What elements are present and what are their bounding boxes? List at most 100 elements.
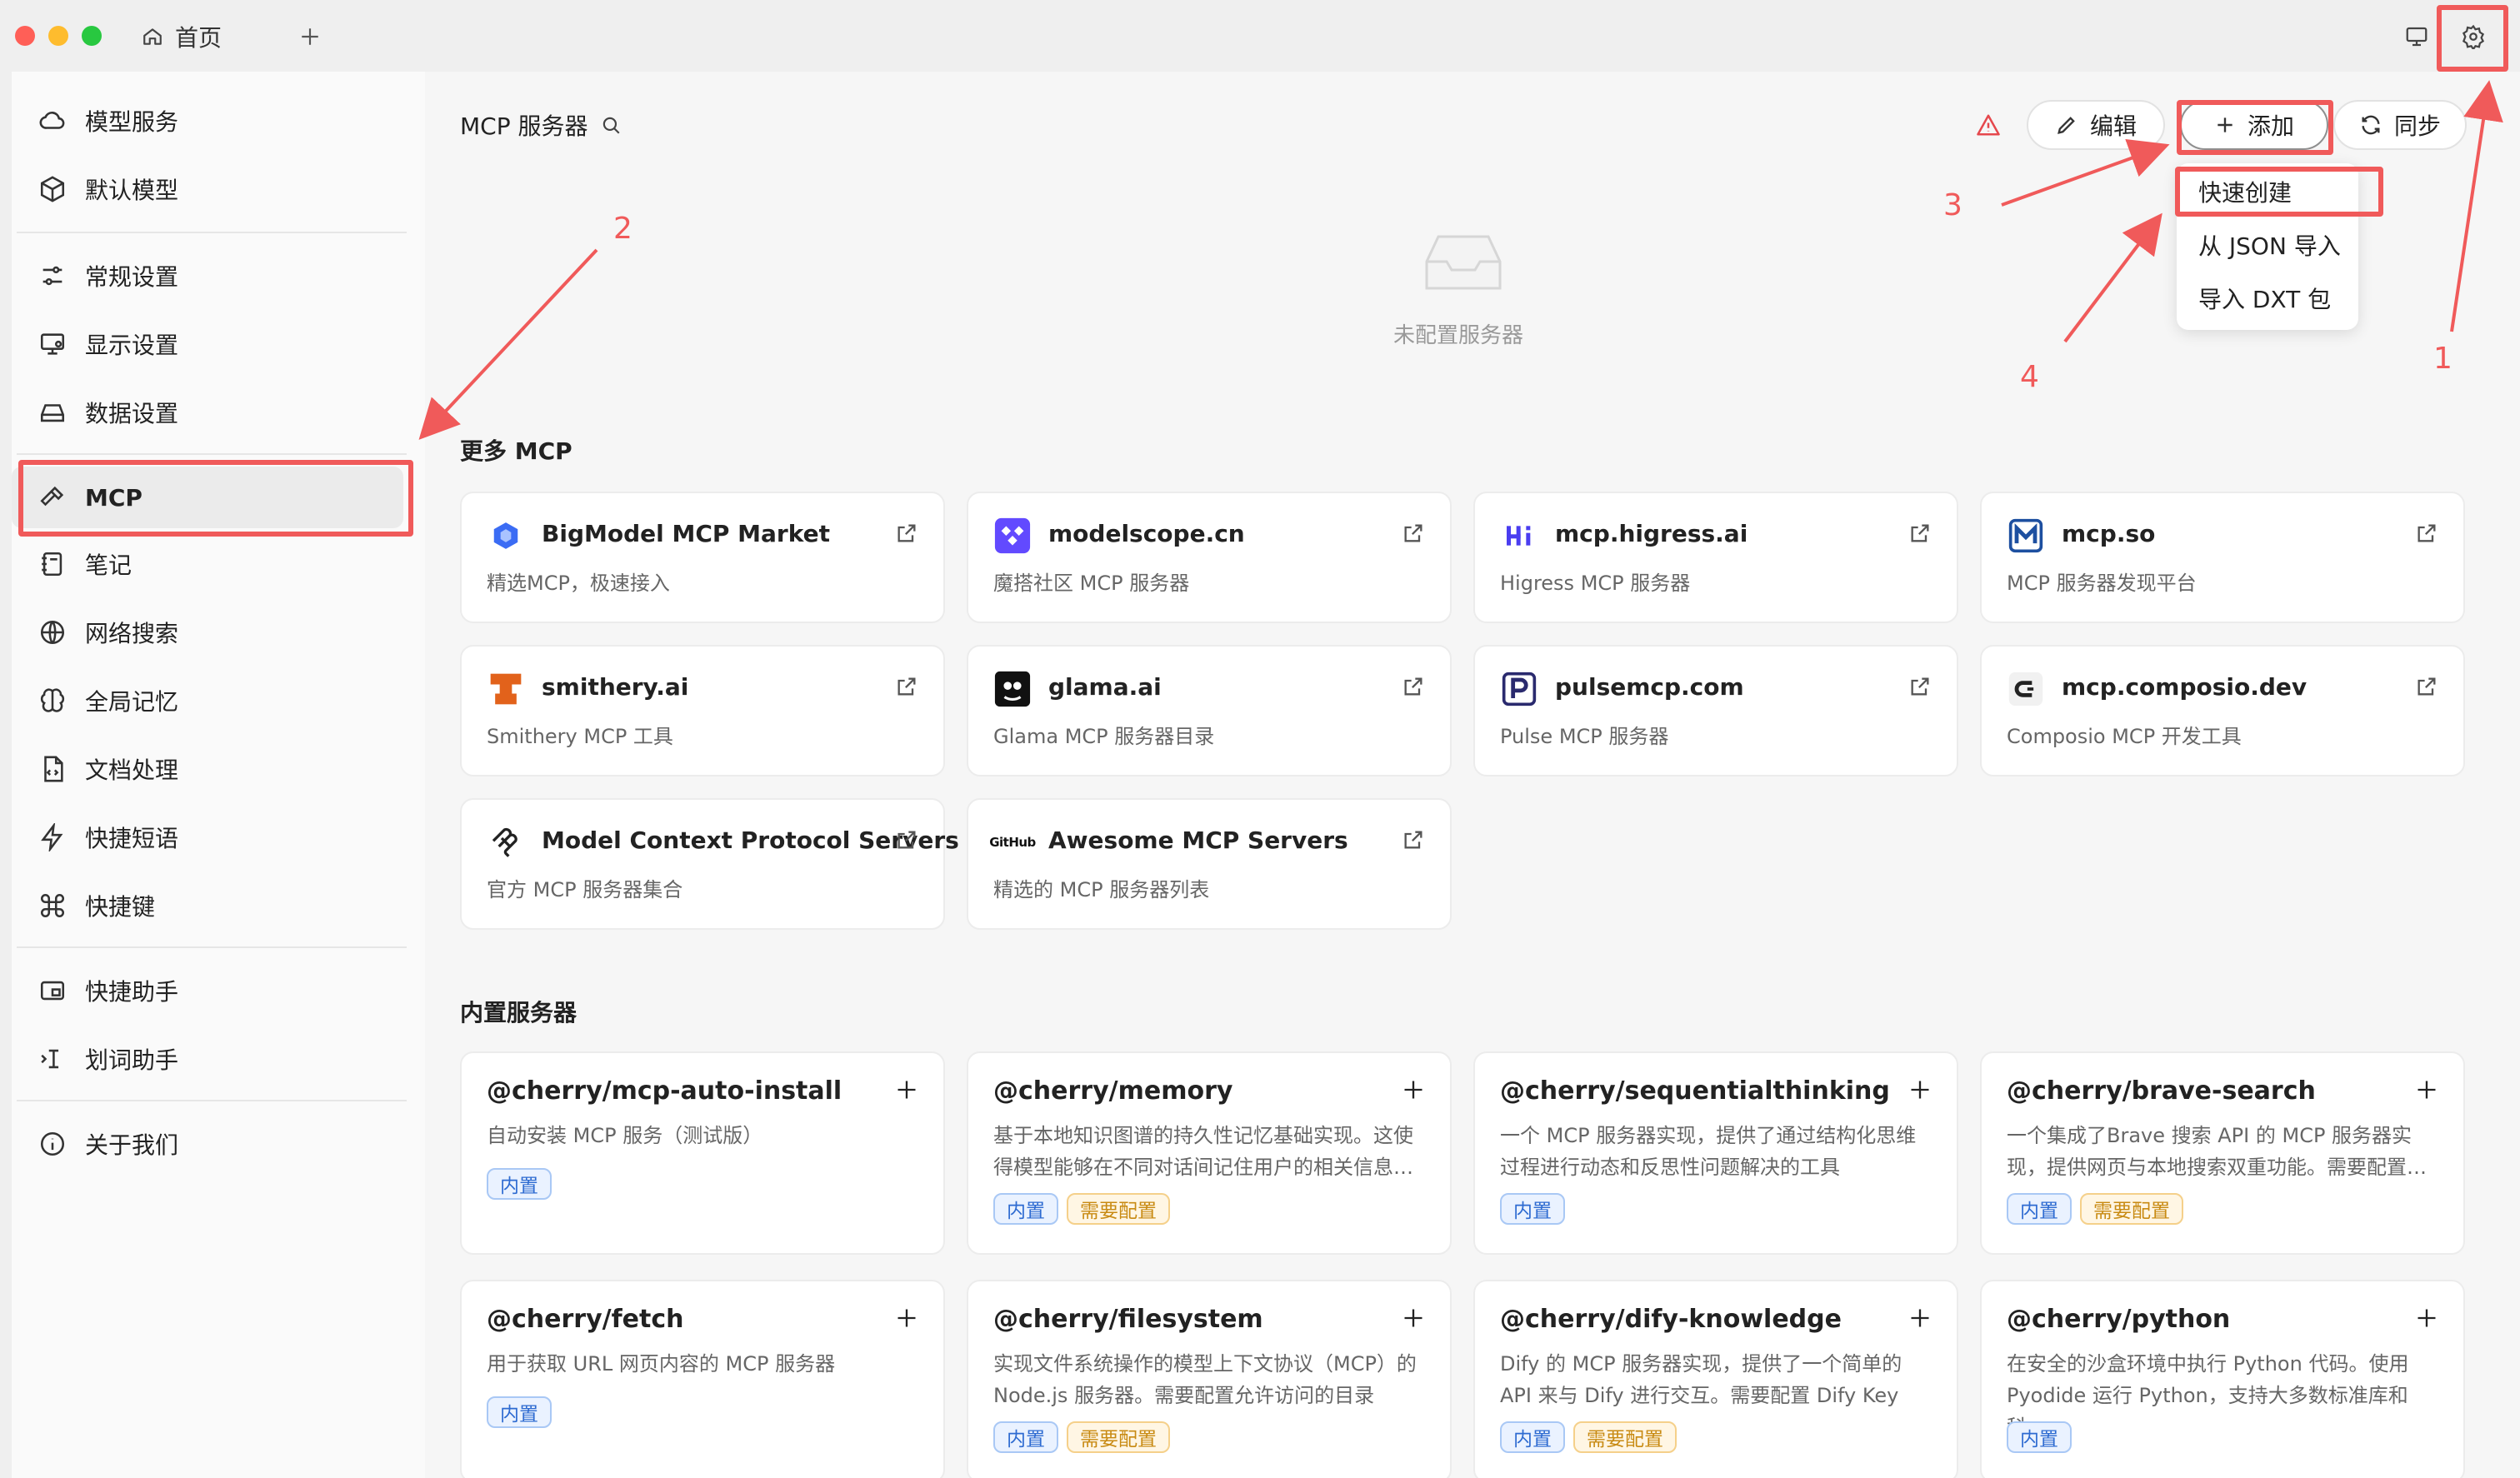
sidebar-item-shortcuts[interactable]: 快捷键	[12, 875, 403, 936]
plus-icon[interactable]	[895, 1306, 918, 1330]
server-card[interactable]: @cherry/mcp-auto-install 自动安装 MCP 服务（测试版…	[460, 1051, 945, 1255]
external-link-icon[interactable]	[1402, 675, 1425, 698]
server-card[interactable]: @cherry/memory 基于本地知识图谱的持久性记忆基础实现。这使得模型能…	[967, 1051, 1452, 1255]
mcp-market-card[interactable]: smithery.ai Smithery MCP 工具	[460, 645, 945, 776]
mcp-market-card[interactable]: mcp.composio.dev Composio MCP 开发工具	[1980, 645, 2465, 776]
card-name: mcp.composio.dev	[2062, 673, 2308, 701]
mcp-market-card[interactable]: pulsemcp.com Pulse MCP 服务器	[1473, 645, 1958, 776]
sidebar-item-assistant[interactable]: 快捷助手	[12, 960, 403, 1021]
server-card[interactable]: @cherry/sequentialthinking 一个 MCP 服务器实现，…	[1473, 1051, 1958, 1255]
plus-icon[interactable]	[1908, 1306, 1932, 1330]
highlight-quick-create	[2175, 167, 2383, 217]
sidebar-item-model[interactable]: 模型服务	[12, 90, 403, 152]
tab-home[interactable]: 首页	[142, 18, 222, 55]
server-name: @cherry/brave-search	[2007, 1076, 2316, 1106]
info-icon	[40, 1131, 65, 1156]
server-card[interactable]: @cherry/python 在安全的沙盒环境中执行 Python 代码。使用 …	[1980, 1280, 2465, 1478]
highlight-mcp	[18, 460, 413, 537]
external-link-icon[interactable]	[2415, 522, 2438, 545]
card-desc: Pulse MCP 服务器	[1500, 725, 1669, 748]
app-window: { "titlebar": {"home_tab": "首页", "colors…	[0, 0, 2520, 1478]
mcp-market-card[interactable]: Model Context Protocol Servers 官方 MCP 服务…	[460, 798, 959, 930]
mcp-market-card[interactable]: modelscope.cn 魔搭社区 MCP 服务器	[967, 492, 1452, 623]
card-desc: Higress MCP 服务器	[1500, 572, 1691, 595]
plus-icon[interactable]	[895, 1078, 918, 1101]
minimize-window-button[interactable]	[48, 26, 68, 46]
warning-button[interactable]	[1968, 107, 2008, 143]
plus-icon[interactable]	[2415, 1078, 2438, 1101]
globe-icon	[40, 620, 65, 645]
sidebar-item-selection[interactable]: 划词助手	[12, 1028, 403, 1090]
server-card[interactable]: @cherry/dify-knowledge Dify 的 MCP 服务器实现，…	[1473, 1280, 1958, 1478]
mcp-market-card[interactable]: BigModel MCP Market 精选MCP，极速接入	[460, 492, 945, 623]
external-link-icon[interactable]	[1908, 522, 1932, 545]
composio-icon	[2007, 670, 2045, 708]
monitor-icon	[2406, 27, 2428, 47]
external-link-icon[interactable]	[895, 522, 918, 545]
sidebar-item-about[interactable]: 关于我们	[12, 1113, 403, 1175]
plus-icon[interactable]	[2415, 1306, 2438, 1330]
tag-builtin: 内置	[487, 1168, 552, 1200]
close-window-button[interactable]	[15, 26, 35, 46]
pencil-icon	[2058, 117, 2075, 134]
new-tab-button[interactable]	[293, 20, 327, 53]
plus-icon[interactable]	[1402, 1306, 1425, 1330]
card-name: modelscope.cn	[1048, 520, 1245, 547]
menu-item-import-json[interactable]: 从 JSON 导入	[2198, 228, 2341, 262]
sidebar-item-label: 默认模型	[85, 177, 179, 204]
zoom-window-button[interactable]	[82, 26, 102, 46]
plus-icon[interactable]	[1402, 1078, 1425, 1101]
tag-builtin: 内置	[1500, 1421, 1565, 1453]
sidebar-item-general[interactable]: 常规设置	[12, 245, 403, 307]
search-icon[interactable]	[600, 114, 622, 136]
server-desc: 一个 MCP 服务器实现，提供了通过结构化思维过程进行动态和反思性问题解决的工具	[1500, 1124, 1917, 1179]
server-desc: 在安全的沙盒环境中执行 Python 代码。使用 Pyodide 运行 Pyth…	[2007, 1352, 2409, 1439]
tag-needs-config: 需要配置	[1067, 1421, 1170, 1453]
sidebar-item-doc[interactable]: 文档处理	[12, 738, 403, 800]
warning-icon	[1977, 114, 2000, 136]
external-link-icon[interactable]	[2415, 675, 2438, 698]
server-tags: 内置	[487, 1396, 552, 1428]
edit-button[interactable]: 编辑	[2027, 100, 2165, 150]
server-desc: 实现文件系统操作的模型上下文协议（MCP）的 Node.js 服务器。需要配置允…	[993, 1352, 1417, 1407]
sidebar-item-data[interactable]: 数据设置	[12, 382, 403, 443]
highlight-add	[2177, 100, 2333, 155]
external-link-icon[interactable]	[895, 675, 918, 698]
plus-icon[interactable]	[1908, 1078, 1932, 1101]
card-name: pulsemcp.com	[1555, 673, 1744, 701]
external-link-icon[interactable]	[1908, 675, 1932, 698]
mcp-market-card[interactable]: glama.ai Glama MCP 服务器目录	[967, 645, 1452, 776]
sidebar-item-label: 全局记忆	[85, 688, 179, 716]
menu-item-import-dxt[interactable]: 导入 DXT 包	[2198, 282, 2331, 315]
sidebar-item-label: 常规设置	[85, 263, 179, 291]
server-card[interactable]: @cherry/fetch 用于获取 URL 网页内容的 MCP 服务器 内置	[460, 1280, 945, 1478]
external-link-icon[interactable]	[895, 828, 918, 851]
sidebar-item-memory[interactable]: 全局记忆	[12, 670, 403, 732]
sidebar-item-default-model[interactable]: 默认模型	[12, 158, 403, 220]
annotation-label-2: 2	[613, 212, 632, 246]
title-bar: 首页	[0, 0, 2520, 72]
mcp-market-card[interactable]: mcp.so MCP 服务器发现平台	[1980, 492, 2465, 623]
mcp-market-card[interactable]: GitHub Awesome MCP Servers 精选的 MCP 服务器列表	[967, 798, 1452, 930]
sidebar-item-phrases[interactable]: 快捷短语	[12, 806, 403, 868]
server-card[interactable]: @cherry/filesystem 实现文件系统操作的模型上下文协议（MCP）…	[967, 1280, 1452, 1478]
server-name: @cherry/memory	[993, 1076, 1233, 1106]
sidebar-item-notes[interactable]: 笔记	[12, 533, 403, 595]
external-link-icon[interactable]	[1402, 522, 1425, 545]
sidebar-divider	[17, 453, 407, 455]
mini-window-button[interactable]	[2400, 20, 2433, 53]
sync-button[interactable]: 同步	[2333, 100, 2467, 150]
page-title: MCP 服务器	[460, 108, 622, 142]
section-title-more-mcp: 更多 MCP	[460, 437, 572, 465]
mcp-market-card[interactable]: mcp.higress.ai Higress MCP 服务器	[1473, 492, 1958, 623]
sidebar-item-label: 文档处理	[85, 756, 179, 784]
tab-home-label: 首页	[175, 24, 222, 52]
sidebar-item-display[interactable]: 显示设置	[12, 313, 403, 375]
external-link-icon[interactable]	[1402, 828, 1425, 851]
sidebar-item-web-search[interactable]: 网络搜索	[12, 602, 403, 663]
server-name: @cherry/sequentialthinking	[1500, 1076, 1890, 1106]
sidebar-item-label: 数据设置	[85, 400, 179, 427]
server-card[interactable]: @cherry/brave-search 一个集成了Brave 搜索 API 的…	[1980, 1051, 2465, 1255]
tag-needs-config: 需要配置	[1573, 1421, 1677, 1453]
card-name: BigModel MCP Market	[542, 520, 830, 547]
